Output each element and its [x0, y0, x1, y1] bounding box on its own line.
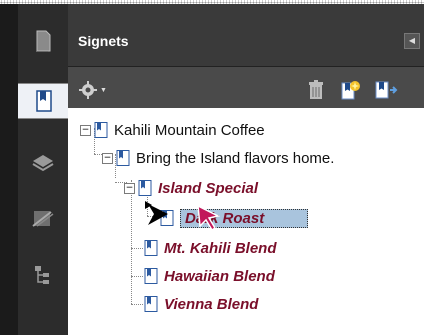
bookmarks-icon — [36, 90, 52, 112]
tree-item-label: Kahili Mountain Coffee — [114, 121, 265, 139]
bookmarks-button[interactable] — [18, 83, 70, 119]
layers-icon — [32, 155, 54, 172]
tree-item-label: Hawaiian Blend — [164, 267, 275, 285]
tree-item-label: Bring the Island flavors home. — [136, 149, 335, 167]
tree-item[interactable]: Vienna Blend — [144, 294, 258, 314]
bookmark-icon — [144, 268, 158, 284]
bookmark-icon — [116, 150, 130, 166]
model-tree-button[interactable] — [26, 258, 60, 292]
collapse-toggle-icon[interactable]: − — [80, 124, 91, 136]
tree-item-label: Vienna Blend — [164, 295, 259, 313]
window-frame — [0, 4, 18, 335]
tree-item[interactable]: − Bring the Island flavors home. — [102, 148, 334, 168]
tree-item[interactable]: Mt. Kahili Blend — [144, 238, 277, 258]
new-bookmark-icon — [341, 81, 360, 100]
triangle-left-icon: ◀ — [408, 36, 416, 45]
panel-toolbar: ▼ — [68, 66, 424, 109]
tree-connector — [131, 304, 143, 305]
collapse-toggle-icon[interactable]: − — [102, 152, 113, 164]
panel-title: Signets — [78, 33, 129, 49]
bookmark-icon — [138, 180, 152, 196]
tree-connector — [131, 276, 143, 277]
layers-button[interactable] — [26, 146, 60, 180]
tree-item[interactable]: − Kahili Mountain Coffee — [80, 120, 265, 140]
tree-connector — [131, 180, 132, 304]
tree-item-selected[interactable]: Dark Roast — [160, 208, 308, 228]
collapse-toggle-icon[interactable]: − — [124, 182, 135, 194]
tree-connector — [131, 248, 143, 249]
chevron-down-icon: ▼ — [100, 86, 107, 94]
pages-icon — [34, 30, 51, 52]
tree-item[interactable]: Hawaiian Blend — [144, 266, 275, 286]
bookmark-icon — [94, 122, 108, 138]
bookmarks-panel: Signets ◀ ▼ − Kahili Mountain Coffee − B… — [68, 4, 424, 335]
expand-bookmark-icon — [375, 81, 398, 99]
bookmark-tree: − Kahili Mountain Coffee − Bring the Isl… — [68, 108, 424, 335]
new-bookmark-button[interactable] — [340, 79, 362, 101]
mouse-cursor-icon — [197, 204, 221, 232]
collapse-panel-button[interactable]: ◀ — [404, 33, 420, 49]
tree-item-label: Island Special — [158, 179, 259, 197]
bookmark-icon — [144, 240, 158, 256]
drop-arrow-icon — [148, 204, 168, 225]
tree-item-label: Mt. Kahili Blend — [164, 239, 277, 257]
bookmark-icon — [144, 296, 158, 312]
signatures-icon — [32, 211, 54, 227]
tree-item[interactable]: − Island Special — [124, 178, 258, 198]
navigation-rail — [18, 4, 70, 335]
signatures-button[interactable] — [26, 202, 60, 236]
pages-button[interactable] — [26, 24, 60, 58]
panel-header: Signets ◀ — [68, 4, 424, 66]
trash-icon — [309, 80, 323, 99]
delete-bookmark-button[interactable] — [308, 79, 324, 101]
model-tree-icon — [35, 266, 49, 284]
options-menu-button[interactable]: ▼ — [78, 79, 107, 101]
expand-bookmark-button[interactable] — [374, 79, 398, 101]
gear-icon — [79, 81, 97, 99]
